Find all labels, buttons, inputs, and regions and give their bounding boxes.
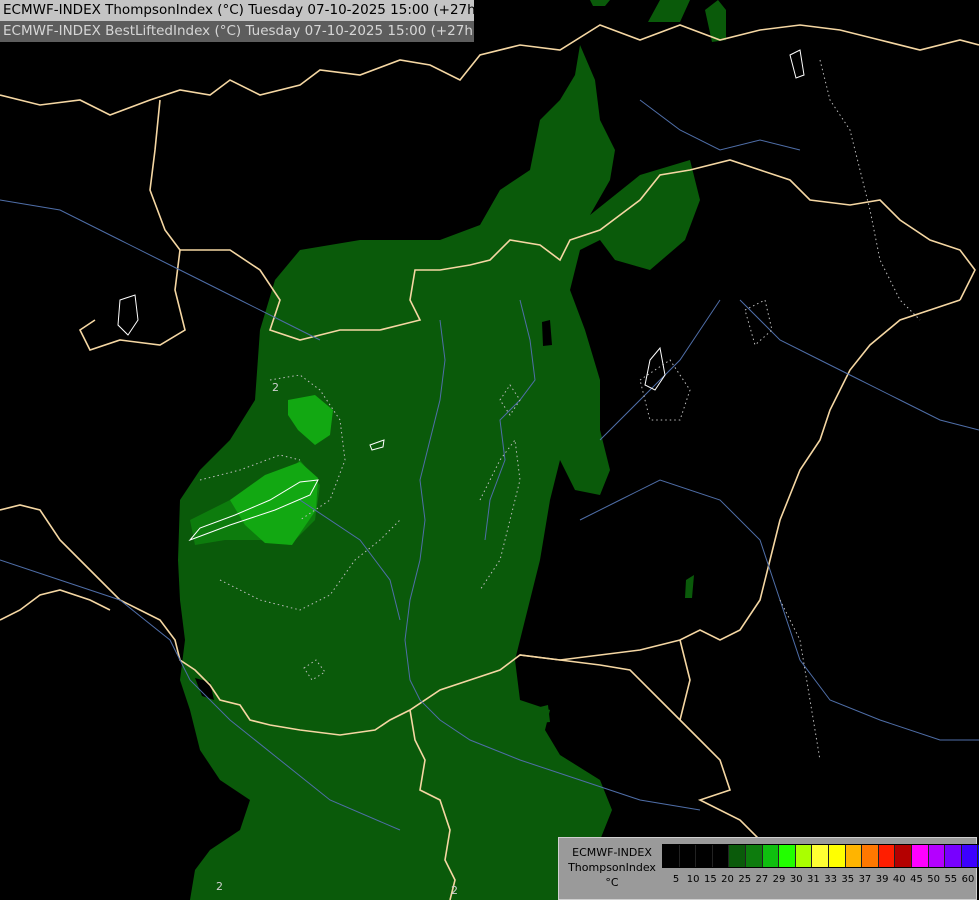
legend-tick-label: 45 bbox=[910, 874, 923, 885]
color-legend: ECMWF-INDEX ThompsonIndex °C 5 10 15 20 25 27… bbox=[558, 837, 979, 900]
legend-tick-label: 10 bbox=[686, 874, 700, 885]
legend-parameter: ThompsonIndex bbox=[568, 861, 656, 874]
legend-swatch bbox=[928, 845, 946, 867]
legend-ticks: 5 10 15 20 25 27 29 30 31 33 35 37 39 40 45 50 55 60 bbox=[662, 874, 976, 888]
legend-swatch bbox=[795, 845, 813, 867]
legend-swatch bbox=[911, 845, 929, 867]
legend-swatch bbox=[945, 845, 962, 867]
legend-tick-label: 25 bbox=[738, 874, 752, 885]
legend-tick-label: 35 bbox=[841, 874, 855, 885]
contour-label: 2 bbox=[272, 381, 279, 394]
legend-tick-label: 50 bbox=[927, 874, 941, 885]
legend-label: ECMWF-INDEX ThompsonIndex °C bbox=[562, 845, 662, 890]
legend-swatch bbox=[729, 845, 746, 867]
legend-tick-label: 29 bbox=[772, 874, 786, 885]
legend-tick-label: 20 bbox=[721, 874, 734, 885]
legend-swatch bbox=[878, 845, 896, 867]
legend-swatch bbox=[663, 845, 680, 867]
map-title-primary: ECMWF-INDEX ThompsonIndex (°C) Tuesday 0… bbox=[0, 0, 474, 21]
legend-swatch bbox=[696, 845, 713, 867]
legend-tick-label: 30 bbox=[789, 874, 803, 885]
contour-label: 2 bbox=[216, 880, 223, 893]
legend-swatch bbox=[828, 845, 846, 867]
legend-swatch bbox=[812, 845, 829, 867]
legend-swatch bbox=[895, 845, 912, 867]
legend-tick-label: 33 bbox=[824, 874, 837, 885]
legend-swatch bbox=[862, 845, 879, 867]
legend-tick-label: 31 bbox=[807, 874, 820, 885]
legend-tick-label: 40 bbox=[892, 874, 906, 885]
legend-swatch bbox=[961, 845, 979, 867]
legend-unit: °C bbox=[605, 876, 619, 889]
legend-tick-label: 5 bbox=[672, 874, 680, 885]
legend-swatch bbox=[679, 845, 697, 867]
legend-swatch bbox=[779, 845, 796, 867]
legend-color-bar bbox=[662, 844, 979, 868]
legend-model: ECMWF-INDEX bbox=[572, 846, 652, 859]
legend-swatch bbox=[845, 845, 863, 867]
legend-swatch bbox=[745, 845, 763, 867]
contour-label: 2 bbox=[451, 884, 458, 897]
legend-swatch bbox=[762, 845, 780, 867]
legend-tick-label: 55 bbox=[944, 874, 958, 885]
legend-tick-label: 39 bbox=[875, 874, 889, 885]
legend-swatch bbox=[712, 845, 730, 867]
weather-map: 2 2 2 bbox=[0, 0, 979, 900]
map-title-secondary: ECMWF-INDEX BestLiftedIndex (°C) Tuesday… bbox=[0, 21, 474, 42]
legend-tick-label: 37 bbox=[858, 874, 872, 885]
legend-tick-label: 60 bbox=[961, 874, 975, 885]
legend-tick-label: 27 bbox=[755, 874, 769, 885]
legend-tick-label: 15 bbox=[703, 874, 717, 885]
